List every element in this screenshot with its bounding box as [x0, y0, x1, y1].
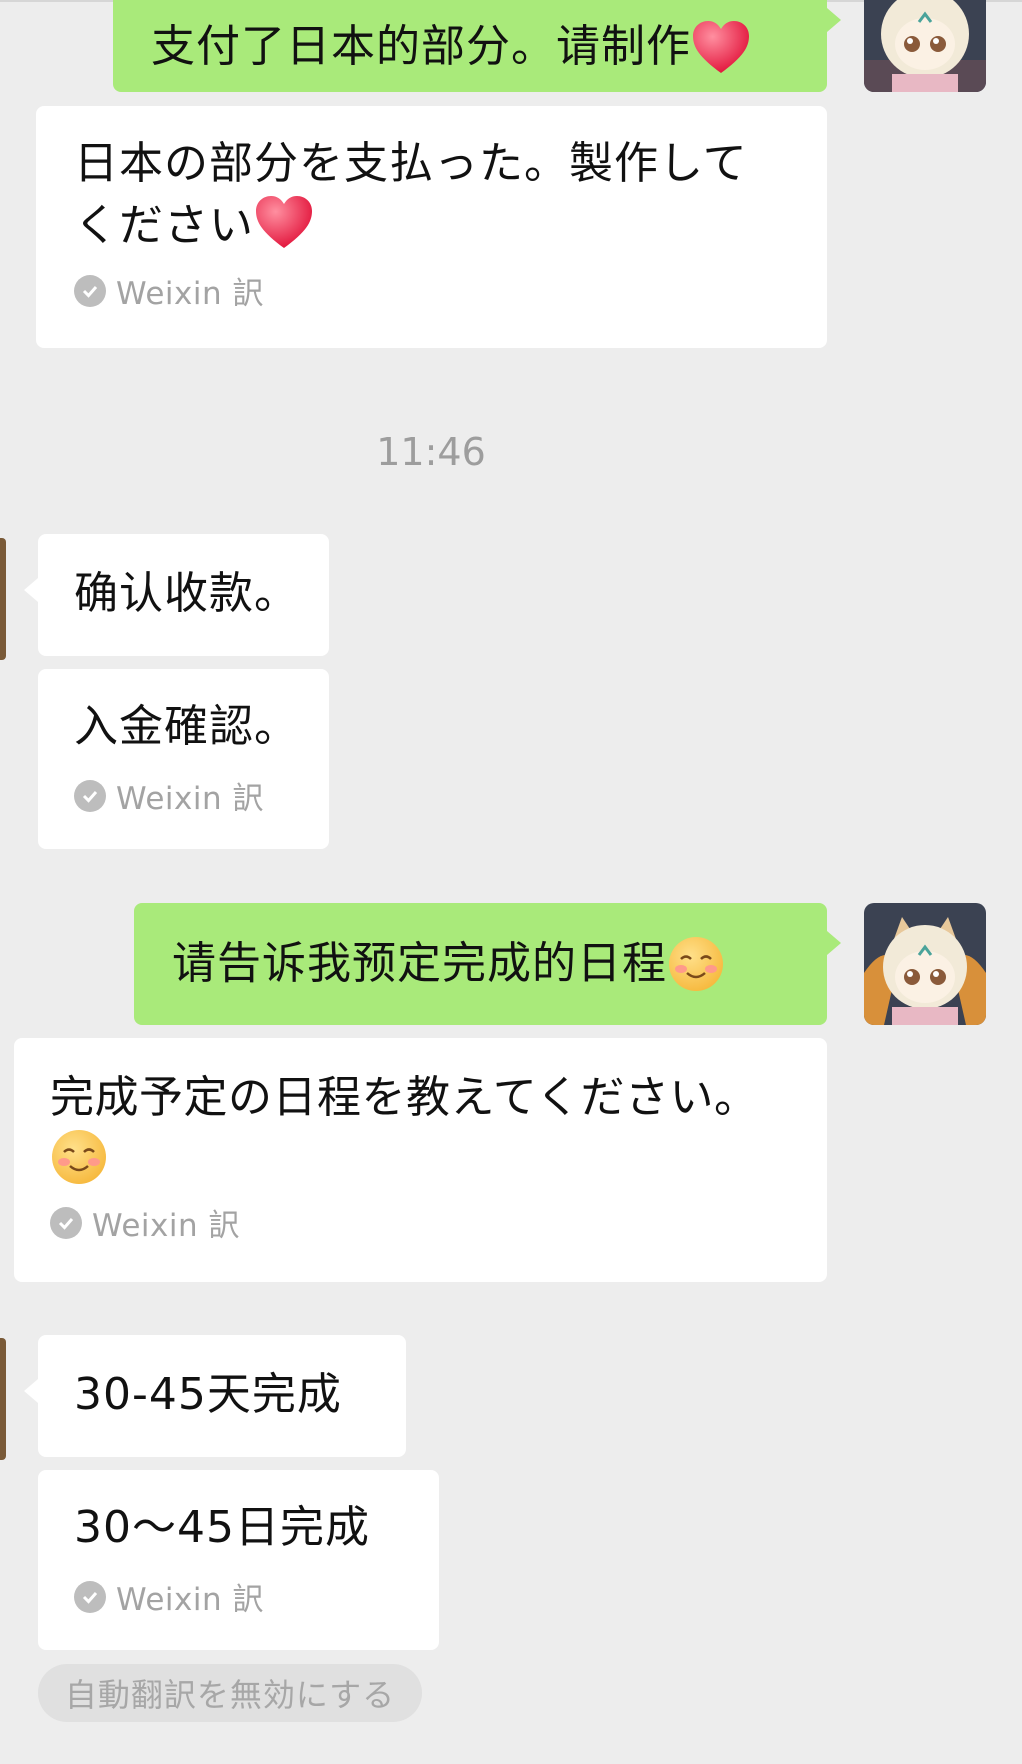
translation-text: 入金確認。: [74, 701, 299, 752]
heart-emoji-icon: [256, 196, 312, 248]
translation-text: 日本の部分を支払った。製作して ください: [74, 134, 791, 256]
translation-source-label: Weixin 訳: [116, 781, 264, 817]
timestamp: 11:46: [376, 430, 486, 474]
translation-card: 30～45日完成 Weixin 訳: [38, 1470, 439, 1650]
translation-source: Weixin 訳: [50, 1200, 807, 1245]
disable-auto-translate-button[interactable]: 自動翻訳を無効にする: [38, 1664, 422, 1722]
translation-source: Weixin 訳: [74, 773, 329, 818]
smiling-face-emoji-icon: [669, 937, 723, 991]
check-circle-icon: [74, 1580, 106, 1613]
received-message-bubble[interactable]: 确认收款。: [24, 534, 329, 656]
smiling-face-emoji-icon: [52, 1130, 106, 1184]
translation-card: 入金確認。 Weixin 訳: [38, 669, 329, 849]
translation-card: 完成予定の日程を教えてください。 Weixin 訳: [14, 1038, 827, 1282]
translation-line: 日本の部分を支払った。製作して: [74, 138, 748, 189]
check-circle-icon: [50, 1206, 82, 1239]
check-circle-icon: [74, 779, 106, 812]
received-message-bubble[interactable]: 30-45天完成: [24, 1335, 406, 1457]
translation-source-label: Weixin 訳: [92, 1208, 240, 1244]
translation-card: 日本の部分を支払った。製作して ください Weixin 訳: [36, 106, 827, 348]
sent-message-bubble[interactable]: 支付了日本的部分。请制作: [113, 0, 841, 92]
sent-message-bubble[interactable]: 请告诉我预定完成的日程: [134, 903, 841, 1025]
translation-line: 完成予定の日程を教えてください。: [50, 1072, 759, 1123]
message-text: 请告诉我预定完成的日程: [172, 938, 667, 989]
message-text: 30-45天完成: [74, 1369, 342, 1420]
translation-source-label: Weixin 訳: [116, 276, 264, 312]
translation-text: 完成予定の日程を教えてください。: [50, 1068, 807, 1190]
message-text: 确认收款。: [74, 568, 299, 619]
contact-avatar-edge[interactable]: [0, 538, 6, 660]
translation-line: [50, 1128, 807, 1190]
translation-text: 30～45日完成: [74, 1502, 370, 1553]
translation-source: Weixin 訳: [74, 268, 791, 313]
plush-doll-avatar-icon: [864, 903, 986, 1025]
translation-line-text: ください: [74, 200, 254, 251]
message-text: 支付了日本的部分。请制作: [151, 21, 691, 72]
contact-avatar-edge[interactable]: [0, 1338, 6, 1460]
translation-source-label: Weixin 訳: [116, 1582, 264, 1618]
translation-source: Weixin 訳: [74, 1574, 439, 1619]
heart-emoji-icon: [693, 21, 749, 73]
plush-doll-avatar-icon: [864, 0, 986, 92]
my-avatar[interactable]: [864, 0, 986, 92]
translation-line: ください: [74, 194, 791, 256]
my-avatar[interactable]: [864, 903, 986, 1025]
check-circle-icon: [74, 274, 106, 307]
